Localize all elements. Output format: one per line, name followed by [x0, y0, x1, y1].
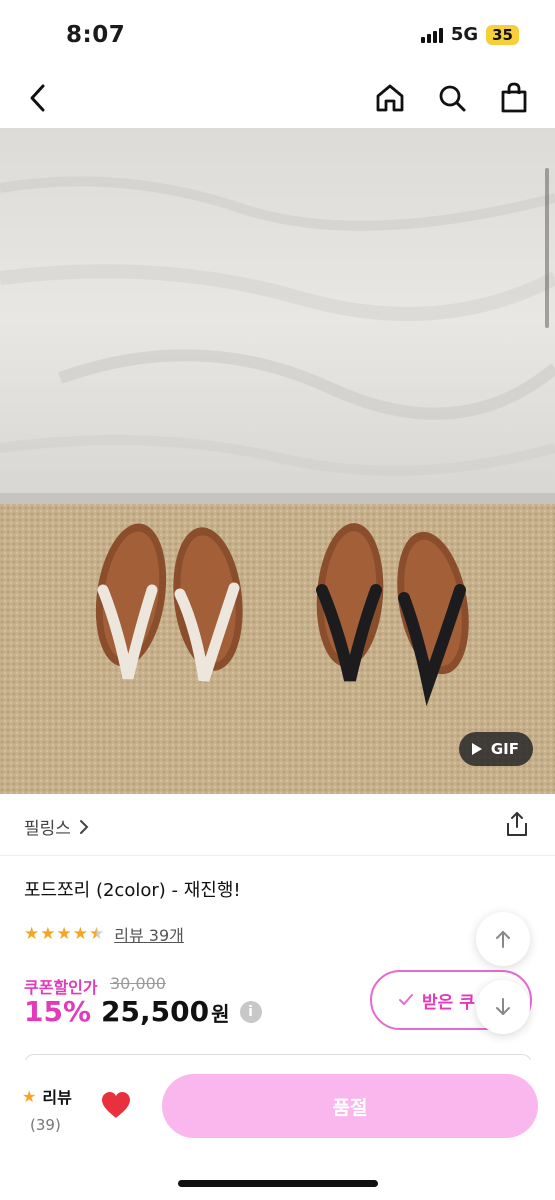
- battery-icon: 35: [486, 24, 519, 45]
- currency-unit: 원: [211, 1002, 230, 1026]
- search-button[interactable]: [434, 80, 470, 116]
- price-row: 15% 25,500 원 i: [24, 995, 262, 1028]
- star-icon: ★: [56, 923, 72, 944]
- image-scroll-indicator: [545, 168, 549, 328]
- review-label: 리뷰: [42, 1088, 72, 1107]
- review-count: (39): [30, 1116, 61, 1134]
- sale-price: 25,500: [101, 995, 210, 1028]
- price-info-icon[interactable]: i: [239, 1000, 262, 1023]
- product-image[interactable]: GIF: [0, 128, 555, 794]
- home-icon: [376, 84, 404, 112]
- share-icon: [507, 812, 527, 836]
- shopping-bag-icon: [501, 82, 527, 113]
- status-time: 8:07: [66, 22, 126, 48]
- star-icon: ★: [72, 923, 88, 944]
- bottom-bar: ★ 리뷰 (39) 품절: [0, 1060, 555, 1200]
- soldout-button[interactable]: 품절: [162, 1074, 538, 1138]
- scroll-bottom-button[interactable]: [476, 980, 530, 1034]
- nav-bar: [0, 70, 555, 128]
- status-bar: 8:07 5G 35: [0, 0, 555, 70]
- half-star-icon: ★: [89, 923, 105, 944]
- product-photo: [0, 128, 555, 794]
- back-button[interactable]: [20, 80, 56, 116]
- share-button[interactable]: [503, 810, 531, 838]
- chevron-right-icon: [79, 819, 89, 834]
- signal-icon: [420, 27, 443, 43]
- gif-label: GIF: [490, 740, 519, 758]
- review-summary[interactable]: ★ 리뷰 (39): [22, 1084, 72, 1135]
- discount-rate: 15%: [24, 995, 92, 1028]
- cart-button[interactable]: [496, 80, 532, 116]
- check-icon: [399, 994, 413, 1005]
- play-icon: [471, 743, 482, 755]
- heart-icon: [102, 1092, 130, 1118]
- status-indicators: 5G 35: [420, 24, 519, 45]
- review-link[interactable]: 리뷰 39개: [114, 922, 184, 946]
- brand-link[interactable]: 필링스: [24, 814, 89, 839]
- original-price: 30,000: [110, 974, 166, 993]
- chevron-left-icon: [30, 84, 45, 112]
- star-icon: ★: [24, 923, 40, 944]
- brand-row: 필링스: [0, 794, 555, 856]
- home-button[interactable]: [372, 80, 408, 116]
- arrow-up-icon: [496, 931, 510, 948]
- wishlist-button[interactable]: [100, 1090, 136, 1126]
- rating-row[interactable]: ★ ★ ★ ★ ★ 리뷰 39개: [24, 922, 184, 946]
- star-icon: ★: [22, 1086, 37, 1106]
- network-type: 5G: [450, 24, 479, 45]
- search-icon: [439, 85, 466, 112]
- product-title: 포드쪼리 (2color) - 재진행!: [24, 880, 241, 901]
- home-indicator: [178, 1180, 378, 1187]
- coupon-button-label: 받은 쿠: [422, 992, 475, 1013]
- brand-name: 필링스: [24, 819, 71, 839]
- arrow-down-icon: [496, 998, 510, 1015]
- gif-badge[interactable]: GIF: [458, 732, 533, 766]
- scroll-top-button[interactable]: [476, 912, 530, 966]
- rating-stars: ★ ★ ★ ★ ★: [24, 923, 105, 944]
- star-icon: ★: [40, 923, 56, 944]
